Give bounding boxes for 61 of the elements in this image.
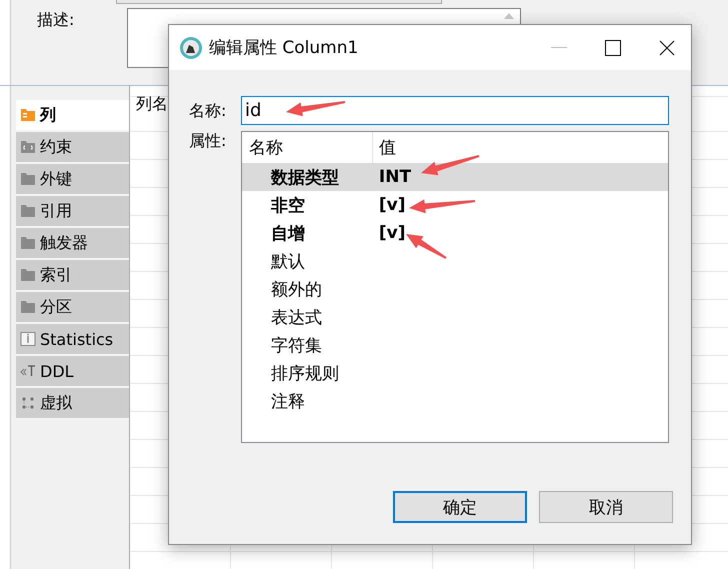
folder-icon: [20, 140, 36, 154]
field-label: 描述:: [36, 10, 76, 31]
side-tab[interactable]: 分区: [16, 292, 129, 324]
annotation-arrow: [421, 155, 480, 176]
side-tab[interactable]: 触发器: [16, 228, 129, 260]
column-header: 名称: [248, 137, 283, 159]
side-tab[interactable]: Statistics: [16, 324, 129, 356]
column-header: 值: [378, 137, 396, 159]
cancel-button[interactable]: 取消: [539, 491, 673, 523]
property-row[interactable]: 额外的: [242, 275, 668, 303]
property-name: 数据类型: [270, 168, 339, 188]
name-field[interactable]: id: [241, 96, 669, 125]
close-icon: [659, 40, 675, 56]
side-tab[interactable]: 引用: [16, 196, 129, 228]
ok-button[interactable]: 确定: [393, 491, 527, 523]
property-name: 注释: [270, 392, 305, 412]
property-row[interactable]: 默认: [242, 247, 668, 275]
property-row[interactable]: 注释: [242, 387, 668, 415]
virtual-icon: [20, 396, 36, 410]
folder-icon: [20, 172, 36, 186]
maximize-icon: [605, 40, 621, 56]
property-row[interactable]: 数据类型 INT: [242, 163, 668, 191]
minimize-icon: [551, 46, 567, 48]
side-tab[interactable]: DDL: [16, 356, 129, 388]
scroll-up-icon[interactable]: [504, 12, 514, 20]
side-tab[interactable]: 索引: [16, 260, 129, 292]
property-row[interactable]: 表达式: [242, 303, 668, 331]
property-name: 默认: [270, 252, 305, 272]
window-title: 编辑属性 Column1: [209, 37, 360, 59]
side-tab[interactable]: 虚拟: [16, 388, 129, 420]
folder-icon: [20, 204, 36, 218]
property-value: [v]: [378, 223, 406, 243]
side-tab[interactable]: 列: [16, 100, 129, 132]
property-name: 表达式: [270, 308, 322, 328]
property-value: [v]: [378, 195, 406, 215]
side-tab[interactable]: 约束: [16, 132, 129, 164]
ddl-icon: [20, 364, 36, 378]
property-name: 自增: [270, 224, 305, 244]
side-tab[interactable]: 外键: [16, 164, 129, 196]
column-header: 列名: [136, 94, 168, 113]
column-list-icon: [20, 108, 36, 122]
folder-icon: [20, 300, 36, 314]
annotation-arrow: [409, 199, 476, 214]
property-name: 非空: [270, 196, 305, 216]
property-name: 额外的: [270, 280, 322, 300]
info-icon: [20, 332, 36, 346]
property-name: 排序规则: [270, 364, 339, 384]
property-row[interactable]: 排序规则: [242, 359, 668, 387]
property-value: INT: [378, 167, 412, 187]
folder-icon: [20, 236, 36, 250]
property-row[interactable]: 非空 [v]: [242, 191, 668, 219]
annotation-arrow: [286, 101, 346, 116]
folder-icon: [20, 268, 36, 282]
app-icon: [179, 36, 203, 60]
field-label: 属性:: [189, 130, 228, 152]
property-row[interactable]: 字符集: [242, 331, 668, 359]
property-row[interactable]: 自增 [v]: [242, 219, 668, 247]
property-name: 字符集: [270, 336, 322, 356]
text-field[interactable]: [116, 0, 442, 4]
field-label: 名称:: [189, 100, 228, 122]
annotation-arrow: [406, 234, 447, 259]
